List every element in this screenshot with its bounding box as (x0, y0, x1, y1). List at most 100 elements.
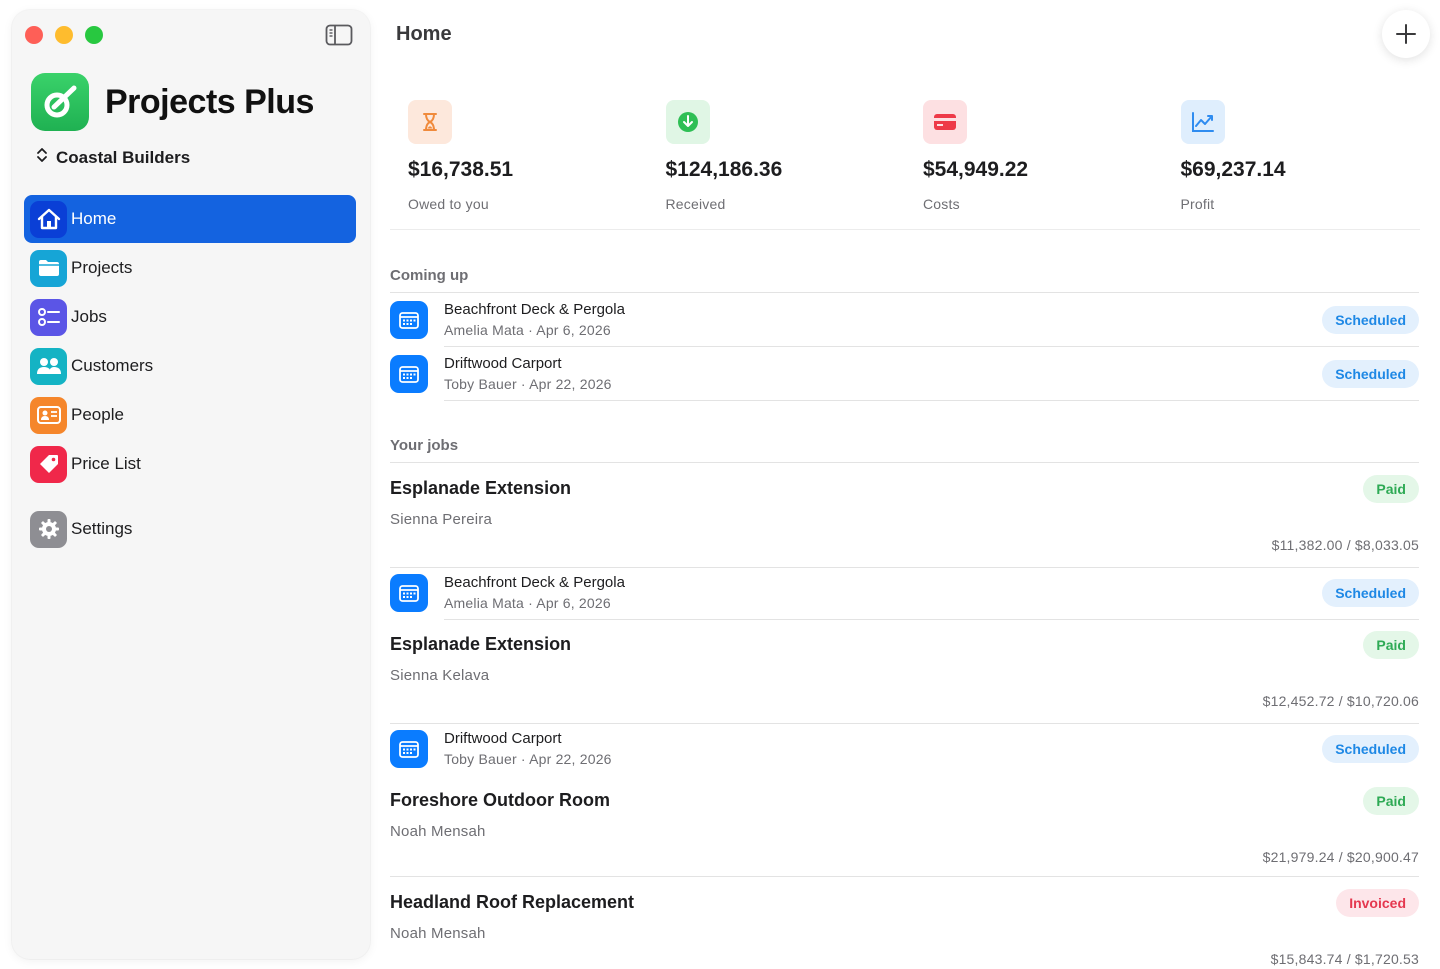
calendar-icon (390, 730, 428, 768)
sidebar-item-customers[interactable]: Customers (24, 342, 356, 390)
status-badge: Scheduled (1322, 360, 1419, 388)
job-amount: $21,979.24 / $20,900.47 (1262, 849, 1419, 865)
status-badge: Scheduled (1322, 735, 1419, 763)
sidebar-item-label: Settings (71, 519, 133, 538)
sidebar: Projects Plus Coastal Builders Home Proj… (12, 10, 370, 959)
job-customer: Sienna Kelava (390, 667, 490, 684)
contact-card-icon (30, 396, 67, 434)
item-title: Beachfront Deck & Pergola (444, 574, 625, 591)
job-title: Headland Roof Replacement (390, 892, 635, 912)
app-logo-icon (31, 73, 89, 131)
stat-label: Costs (923, 196, 960, 212)
credit-card-icon (923, 100, 967, 144)
job-row[interactable]: Headland Roof Replacement Noah Mensah In… (390, 889, 1419, 969)
workspace-switcher[interactable]: Coastal Builders (36, 147, 190, 168)
job-amount: $15,843.74 / $1,720.53 (1270, 951, 1419, 967)
divider (390, 876, 1419, 877)
divider (390, 462, 1419, 463)
list-item[interactable]: Beachfront Deck & Pergola Amelia Mata · … (390, 566, 1419, 620)
stat-profit[interactable]: $69,237.14 Profit (1162, 100, 1420, 230)
item-subtitle: Amelia Mata · Apr 6, 2026 (444, 595, 611, 611)
item-title: Beachfront Deck & Pergola (444, 301, 625, 318)
stat-label: Profit (1180, 196, 1215, 212)
status-badge: Paid (1363, 631, 1419, 659)
job-customer: Noah Mensah (390, 823, 486, 840)
job-customer: Noah Mensah (390, 925, 486, 942)
list-item[interactable]: Driftwood Carport Toby Bauer · Apr 22, 2… (390, 722, 1419, 776)
sidebar-item-price-list[interactable]: Price List (24, 440, 356, 488)
status-badge: Paid (1363, 787, 1419, 815)
job-amount: $12,452.72 / $10,720.06 (1262, 693, 1419, 709)
item-title: Driftwood Carport (444, 730, 562, 747)
status-badge: Scheduled (1322, 306, 1419, 334)
sidebar-item-home[interactable]: Home (24, 195, 356, 243)
status-badge: Paid (1363, 475, 1419, 503)
item-subtitle: Toby Bauer · Apr 22, 2026 (444, 751, 612, 767)
sidebar-item-label: Home (71, 209, 117, 228)
brand: Projects Plus (31, 73, 314, 131)
sidebar-item-label: Projects (71, 258, 133, 277)
job-row[interactable]: Esplanade Extension Sienna Kelava Paid $… (390, 631, 1419, 724)
calendar-icon (390, 355, 428, 393)
minimize-window-button[interactable] (55, 26, 73, 44)
stat-value: $16,738.51 (408, 158, 514, 181)
arrow-down-circle-icon (665, 100, 710, 144)
job-title: Foreshore Outdoor Room (390, 790, 610, 810)
workspace-name: Coastal Builders (56, 147, 191, 167)
page-title: Home (396, 23, 452, 45)
status-badge: Invoiced (1336, 889, 1419, 917)
calendar-icon (390, 574, 428, 612)
sidebar-nav: Home Projects Jobs Customers People Pric… (24, 195, 356, 554)
app-name: Projects Plus (105, 82, 314, 121)
stat-label: Owed to you (408, 196, 489, 212)
plus-icon (1396, 24, 1416, 44)
stat-label: Received (665, 196, 726, 212)
gear-icon (30, 510, 67, 548)
sidebar-item-label: Price List (71, 454, 141, 473)
window-controls (25, 26, 103, 44)
job-row[interactable]: Foreshore Outdoor Room Noah Mensah Paid … (390, 787, 1419, 880)
item-subtitle: Amelia Mata · Apr 6, 2026 (444, 322, 611, 338)
stat-received[interactable]: $124,186.36 Received (647, 100, 905, 230)
divider (444, 619, 1419, 620)
folder-icon (30, 249, 67, 287)
stat-owed[interactable]: $16,738.51 Owed to you (390, 100, 648, 230)
stat-value: $54,949.22 (923, 158, 1029, 181)
sidebar-item-label: Customers (71, 356, 154, 375)
stat-value: $124,186.36 (665, 158, 783, 181)
calendar-icon (390, 301, 428, 339)
job-customer: Sienna Pereira (390, 511, 493, 528)
sidebar-toggle-icon[interactable] (325, 24, 353, 46)
stats-row: $16,738.51 Owed to you $124,186.36 Recei… (390, 100, 1420, 230)
checklist-icon (30, 298, 67, 336)
add-button[interactable] (1382, 10, 1430, 58)
tag-icon (30, 445, 67, 483)
item-subtitle: Toby Bauer · Apr 22, 2026 (444, 376, 612, 392)
sidebar-item-settings[interactable]: Settings (24, 505, 356, 553)
sidebar-item-label: People (71, 405, 124, 424)
chevron-up-down-icon (36, 147, 48, 168)
list-item[interactable]: Beachfront Deck & Pergola Amelia Mata · … (390, 293, 1419, 347)
stat-costs[interactable]: $54,949.22 Costs (905, 100, 1163, 230)
status-badge: Scheduled (1322, 579, 1419, 607)
sidebar-item-label: Jobs (71, 307, 107, 326)
your-jobs-heading: Your jobs (390, 437, 459, 454)
stat-value: $69,237.14 (1180, 158, 1286, 181)
hourglass-icon (408, 100, 452, 144)
sidebar-item-projects[interactable]: Projects (24, 244, 356, 292)
job-amount: $11,382.00 / $8,033.05 (1271, 537, 1419, 553)
people-icon (30, 347, 67, 385)
main-content: Home $16,738.51 Owed to you $124,186.36 … (390, 0, 1440, 969)
house-icon (30, 200, 67, 238)
zoom-window-button[interactable] (85, 26, 103, 44)
job-row[interactable]: Esplanade Extension Sienna Pereira Paid … (390, 475, 1419, 568)
sidebar-item-people[interactable]: People (24, 391, 356, 439)
close-window-button[interactable] (25, 26, 43, 44)
sidebar-item-jobs[interactable]: Jobs (24, 293, 356, 341)
list-item[interactable]: Driftwood Carport Toby Bauer · Apr 22, 2… (390, 347, 1419, 401)
item-title: Driftwood Carport (444, 355, 562, 372)
job-title: Esplanade Extension (390, 478, 572, 498)
chart-line-icon (1180, 100, 1225, 144)
coming-up-heading: Coming up (390, 267, 469, 284)
divider (444, 400, 1419, 401)
